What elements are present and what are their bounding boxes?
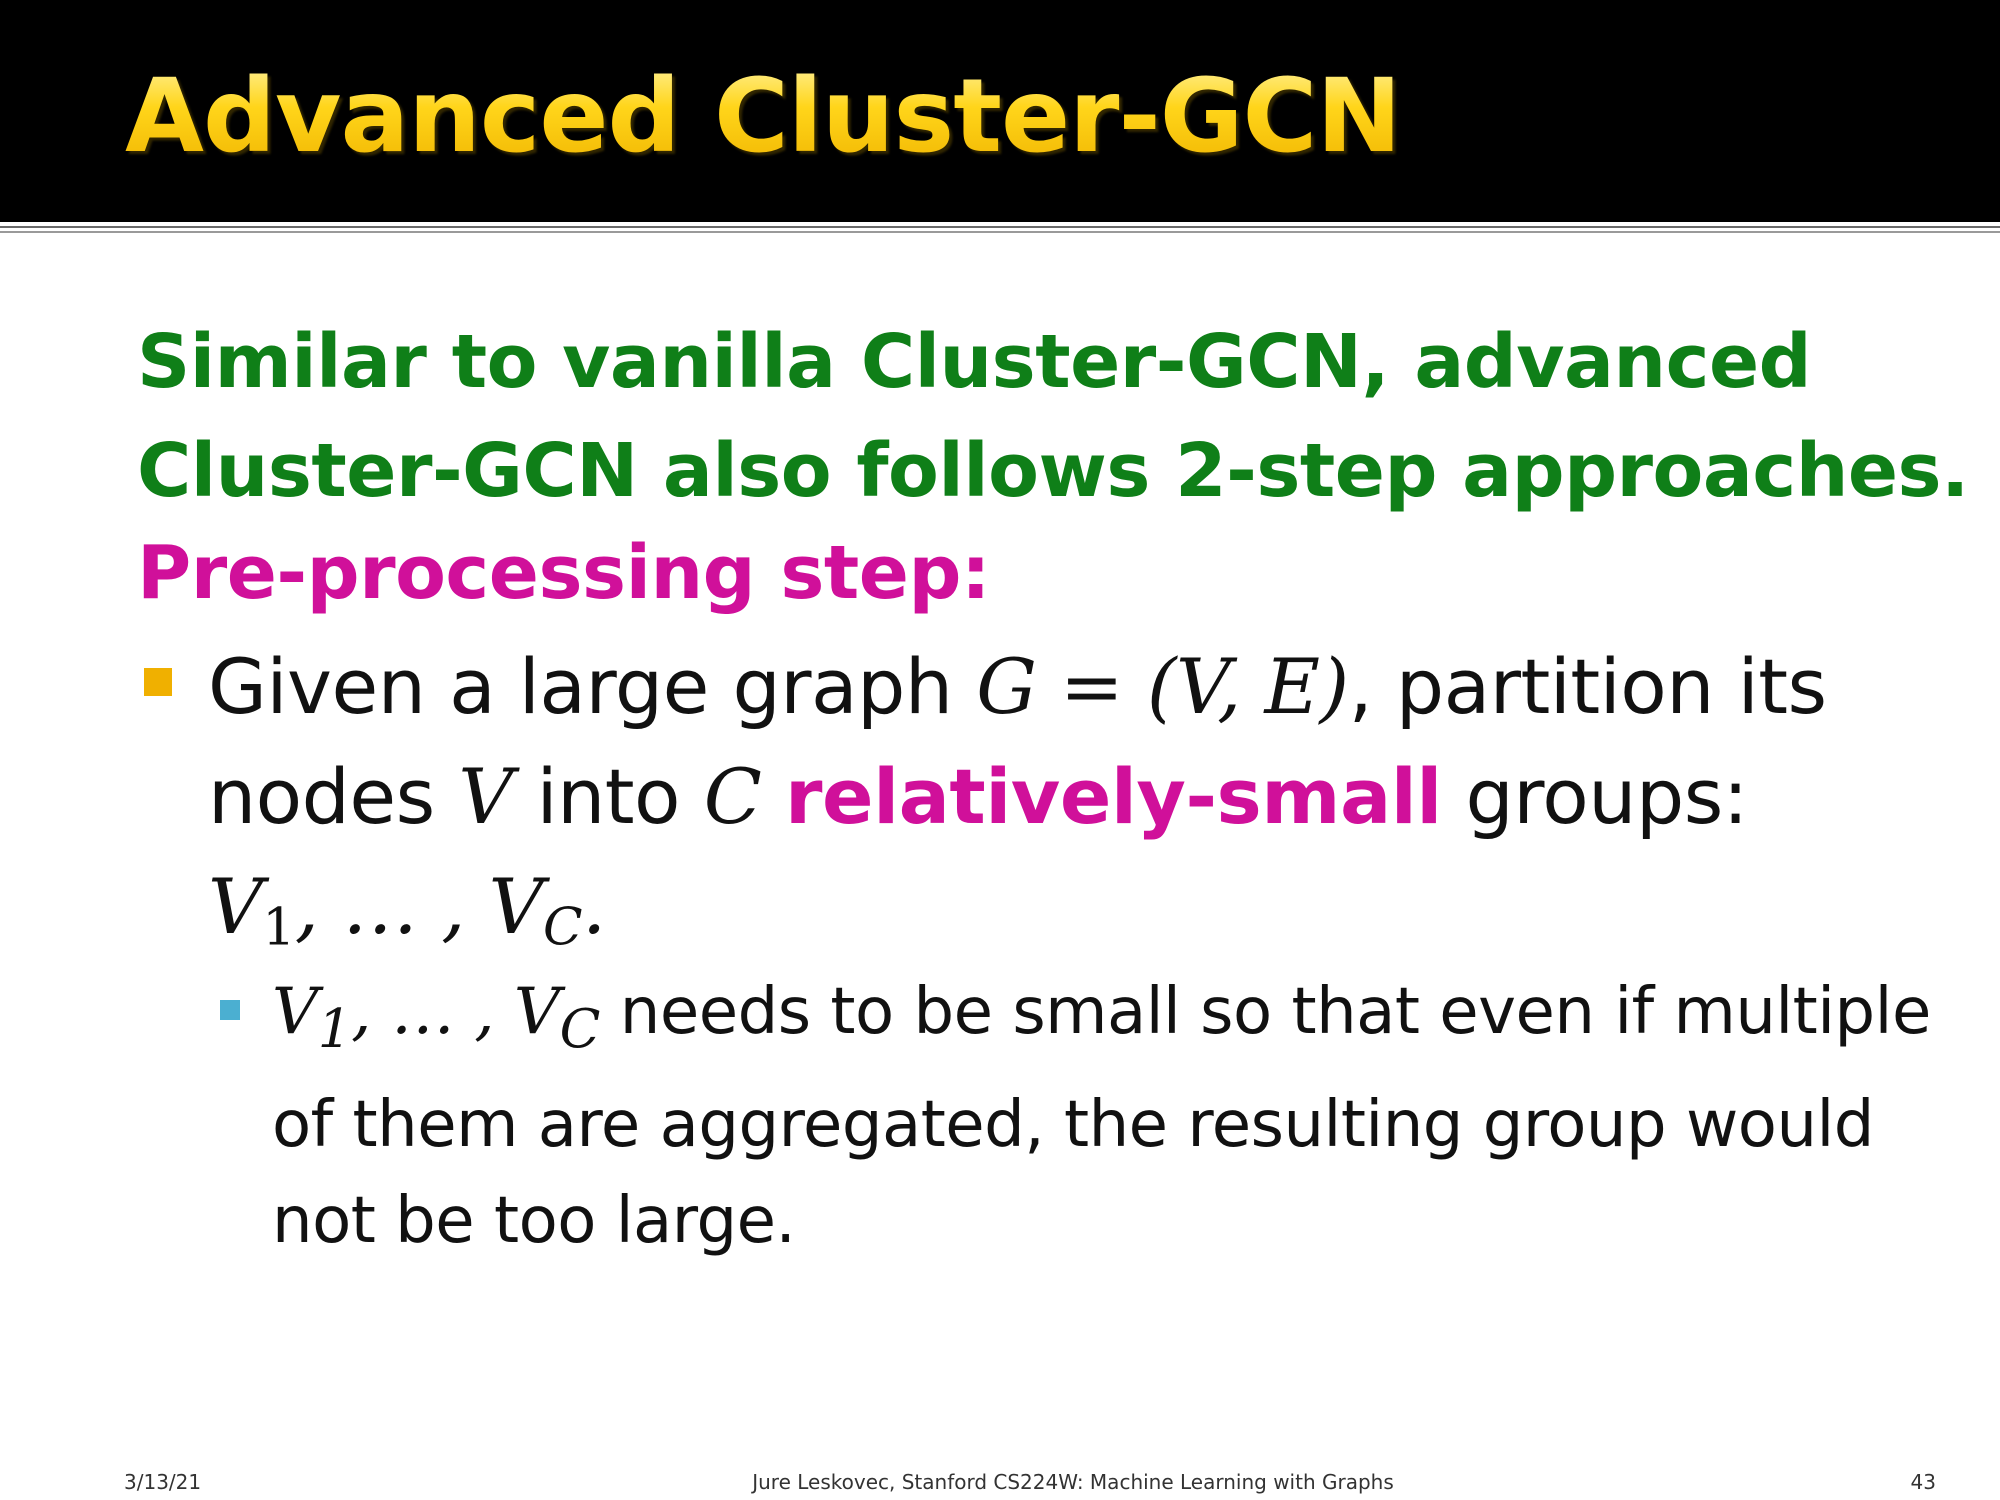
footer-credit: Jure Leskovec, Stanford CS224W: Machine … [752,1470,1394,1494]
sub-bullet-line-1: V1, … , VC needs to be small so that eve… [272,964,1972,1077]
main-bullet-line-3: V1, … , VC. [208,852,1948,982]
sub-bullet-line-3: not be too large. [272,1183,796,1258]
math-node-set: V [458,752,513,841]
math-ellipsis: , … , [294,862,489,951]
math-subscript: 1 [317,996,352,1060]
intro-line-2: Cluster-GCN also follows 2-step approach… [137,428,1969,514]
main-bullet-line-1: Given a large graph G = (V, E), partitio… [208,632,1948,742]
sub-bullet-text: V1, … , VC needs to be small so that eve… [272,964,1972,1269]
bullet-square-icon [144,668,172,696]
math-group-count: C [703,752,762,841]
text-segment: , partition its [1348,642,1828,731]
sub-bullet-line-2: of them are aggregated, the resulting gr… [272,1087,1874,1162]
text-segment: nodes [208,752,459,841]
math-v: V [488,862,544,951]
math-period: . [582,862,606,951]
text-space [761,752,785,841]
title-divider [0,226,2000,233]
section-heading: Pre-processing step: [137,530,991,616]
sub-bullet-square-icon [220,1000,240,1020]
text-segment: Given a large graph [208,642,977,731]
slide-title: Advanced Cluster-GCN [125,57,1402,176]
main-bullet-text: Given a large graph G = (V, E), partitio… [208,632,1948,982]
math-subscript: C [542,897,583,958]
text-segment: into [512,752,704,841]
intro-text: Similar to vanilla Cluster-GCN, advanced… [137,308,1969,526]
page-number: 43 [1910,1470,1936,1494]
main-bullet-line-2: nodes V into C relatively-small groups: [208,742,1948,852]
math-v: V [208,862,263,951]
math-v: V [513,975,560,1049]
math-v: V [272,975,318,1049]
math-graph-definition: G = (V, E) [976,642,1349,731]
math-subscript: C [559,996,601,1060]
text-segment: needs to be small so that even if multip… [599,975,1932,1049]
math-ellipsis: , … , [351,975,514,1049]
math-subscript: 1 [262,897,295,958]
intro-line-1: Similar to vanilla Cluster-GCN, advanced [137,319,1812,405]
highlight-text: relatively-small [785,752,1442,841]
text-segment: groups: [1441,752,1748,841]
